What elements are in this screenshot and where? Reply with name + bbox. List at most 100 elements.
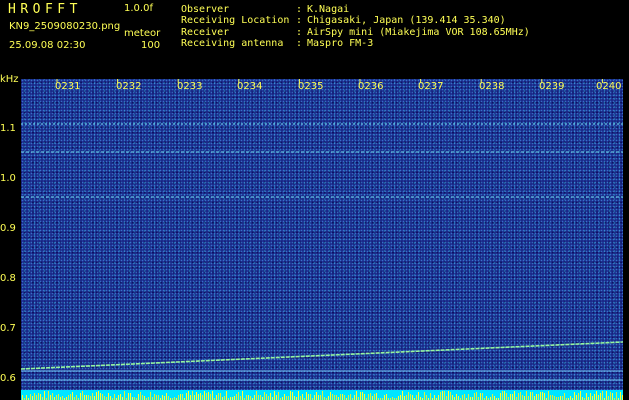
signal-spike xyxy=(94,396,95,400)
signal-spike xyxy=(500,393,501,400)
signal-spike xyxy=(350,394,351,400)
signal-spike xyxy=(468,394,469,400)
signal-spike xyxy=(542,392,543,400)
signal-spike xyxy=(142,395,143,400)
signal-spike xyxy=(550,395,551,400)
signal-spike xyxy=(300,396,301,400)
receiver-value: AirSpy mini (Miakejima VOR 108.65MHz) xyxy=(307,27,530,38)
signal-spike xyxy=(52,393,53,400)
signal-spike xyxy=(36,395,37,400)
signal-spike xyxy=(86,395,87,400)
x-tick-0233: 0233 xyxy=(177,81,203,92)
signal-spike xyxy=(32,396,33,400)
signal-spike xyxy=(534,396,535,400)
signal-spike xyxy=(38,393,39,400)
signal-spike xyxy=(344,395,345,400)
signal-spike xyxy=(474,393,475,400)
antenna-label: Receiving antenna xyxy=(181,38,284,49)
signal-spike xyxy=(202,395,203,400)
signal-spike xyxy=(620,392,621,400)
signal-spike xyxy=(40,394,41,400)
signal-spike xyxy=(570,396,571,400)
signal-spike xyxy=(334,395,335,400)
signal-spike xyxy=(538,394,539,400)
signal-spike xyxy=(612,393,613,400)
signal-spike xyxy=(596,391,597,400)
signal-spike xyxy=(622,395,623,400)
signal-spike xyxy=(138,394,139,400)
signal-spike xyxy=(404,396,405,400)
signal-spike xyxy=(442,391,443,400)
signal-spike xyxy=(144,396,145,400)
signal-spike xyxy=(418,392,419,400)
signal-spike xyxy=(486,396,487,400)
signal-spike xyxy=(332,394,333,400)
signal-spike xyxy=(190,395,191,400)
x-tick-0231: 0231 xyxy=(55,81,81,92)
location-label: Receiving Location xyxy=(181,15,290,26)
signal-spike xyxy=(208,392,209,400)
signal-spike xyxy=(520,392,521,400)
signal-spike xyxy=(494,396,495,400)
signal-spike xyxy=(410,394,411,400)
x-tick-0234: 0234 xyxy=(237,81,263,92)
signal-spike xyxy=(96,392,97,400)
x-tick-0238: 0238 xyxy=(479,81,505,92)
signal-spike xyxy=(204,391,205,400)
signal-spike xyxy=(598,395,599,400)
observer-value: K.Nagai xyxy=(307,4,350,15)
signal-spike xyxy=(284,394,285,400)
signal-spike xyxy=(526,391,527,400)
signal-spike xyxy=(434,395,435,400)
datetime-label: 25.09.08 02:30 xyxy=(9,40,86,51)
signal-spike xyxy=(196,392,197,400)
signal-spike xyxy=(188,391,189,400)
signal-spike xyxy=(80,393,81,400)
signal-spike xyxy=(406,395,407,400)
signal-spike xyxy=(92,393,93,400)
signal-spike xyxy=(250,396,251,400)
signal-spike xyxy=(554,396,555,400)
y-tick-0-7: 0.7 xyxy=(0,323,16,334)
signal-spike xyxy=(268,396,269,400)
signal-spike xyxy=(68,395,69,400)
signal-spike xyxy=(118,395,119,400)
signal-spike xyxy=(270,393,271,400)
signal-spike xyxy=(264,392,265,400)
signal-spike xyxy=(226,391,227,400)
observer-colon: : xyxy=(296,4,303,15)
signal-spike xyxy=(586,393,587,400)
y-tick-1-0: 1.0 xyxy=(0,173,16,184)
signal-spike xyxy=(48,391,49,400)
spectrogram-overlay xyxy=(21,79,623,400)
signal-spike xyxy=(592,396,593,400)
signal-spike xyxy=(548,391,549,400)
drift-trace xyxy=(21,341,623,370)
signal-spike xyxy=(254,395,255,400)
signal-spike xyxy=(124,391,125,400)
signal-spike xyxy=(218,393,219,400)
signal-spike xyxy=(26,395,27,400)
signal-spike xyxy=(354,395,355,400)
signal-spike xyxy=(320,395,321,400)
signal-spike xyxy=(462,395,463,400)
signal-spike xyxy=(266,394,267,400)
signal-spike xyxy=(288,396,289,400)
signal-spike xyxy=(564,393,565,400)
signal-spike xyxy=(330,392,331,400)
signal-spike xyxy=(84,395,85,400)
signal-spike xyxy=(278,392,279,400)
signal-spike xyxy=(108,393,109,400)
signal-spike xyxy=(328,396,329,400)
signal-spike xyxy=(398,396,399,400)
mode-label: meteor xyxy=(124,28,161,39)
signal-spike xyxy=(536,394,537,400)
signal-spike xyxy=(518,393,519,400)
signal-spike xyxy=(30,394,31,400)
signal-spike xyxy=(560,396,561,400)
signal-spike xyxy=(532,392,533,400)
signal-spike xyxy=(368,394,369,400)
signal-spike xyxy=(476,392,477,400)
signal-spike xyxy=(22,395,23,400)
signal-spike xyxy=(82,391,83,400)
